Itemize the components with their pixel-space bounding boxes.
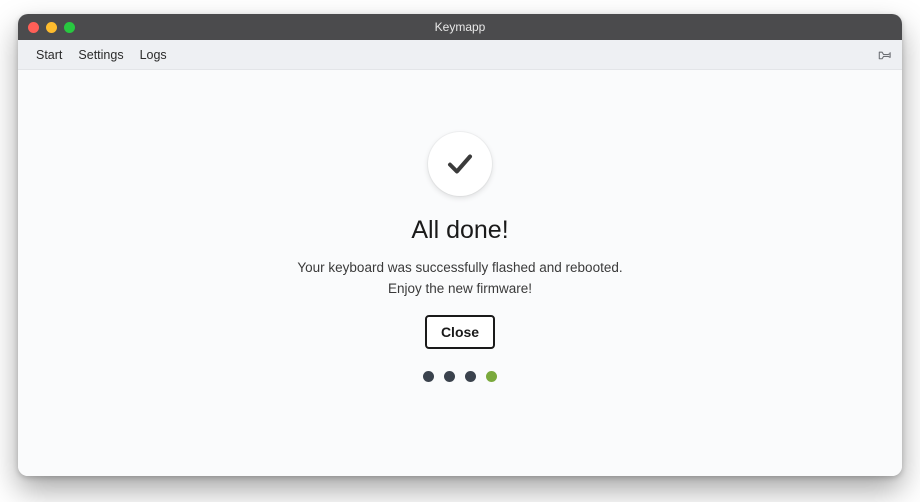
window-maximize-button[interactable] <box>64 22 75 33</box>
window-controls <box>28 22 75 33</box>
check-icon <box>428 132 492 196</box>
page-title: All done! <box>411 216 508 245</box>
titlebar: Keymapp <box>18 14 902 40</box>
progress-dot-2 <box>444 371 455 382</box>
status-message-line-1: Your keyboard was successfully flashed a… <box>297 259 622 278</box>
app-window: Keymapp Start Settings Logs All done! Yo… <box>18 14 902 476</box>
menubar: Start Settings Logs <box>18 40 902 70</box>
menu-item-start[interactable]: Start <box>28 44 70 66</box>
main-content: All done! Your keyboard was successfully… <box>18 70 902 476</box>
window-minimize-button[interactable] <box>46 22 57 33</box>
progress-dot-4 <box>486 371 497 382</box>
menu-item-settings[interactable]: Settings <box>70 44 131 66</box>
window-title: Keymapp <box>18 20 902 34</box>
status-message-line-2: Enjoy the new firmware! <box>388 280 532 299</box>
pin-icon[interactable] <box>876 47 892 63</box>
window-close-button[interactable] <box>28 22 39 33</box>
menu-item-logs[interactable]: Logs <box>132 44 175 66</box>
progress-dot-3 <box>465 371 476 382</box>
progress-dot-1 <box>423 371 434 382</box>
progress-dots <box>423 371 497 382</box>
close-button[interactable]: Close <box>425 315 495 349</box>
